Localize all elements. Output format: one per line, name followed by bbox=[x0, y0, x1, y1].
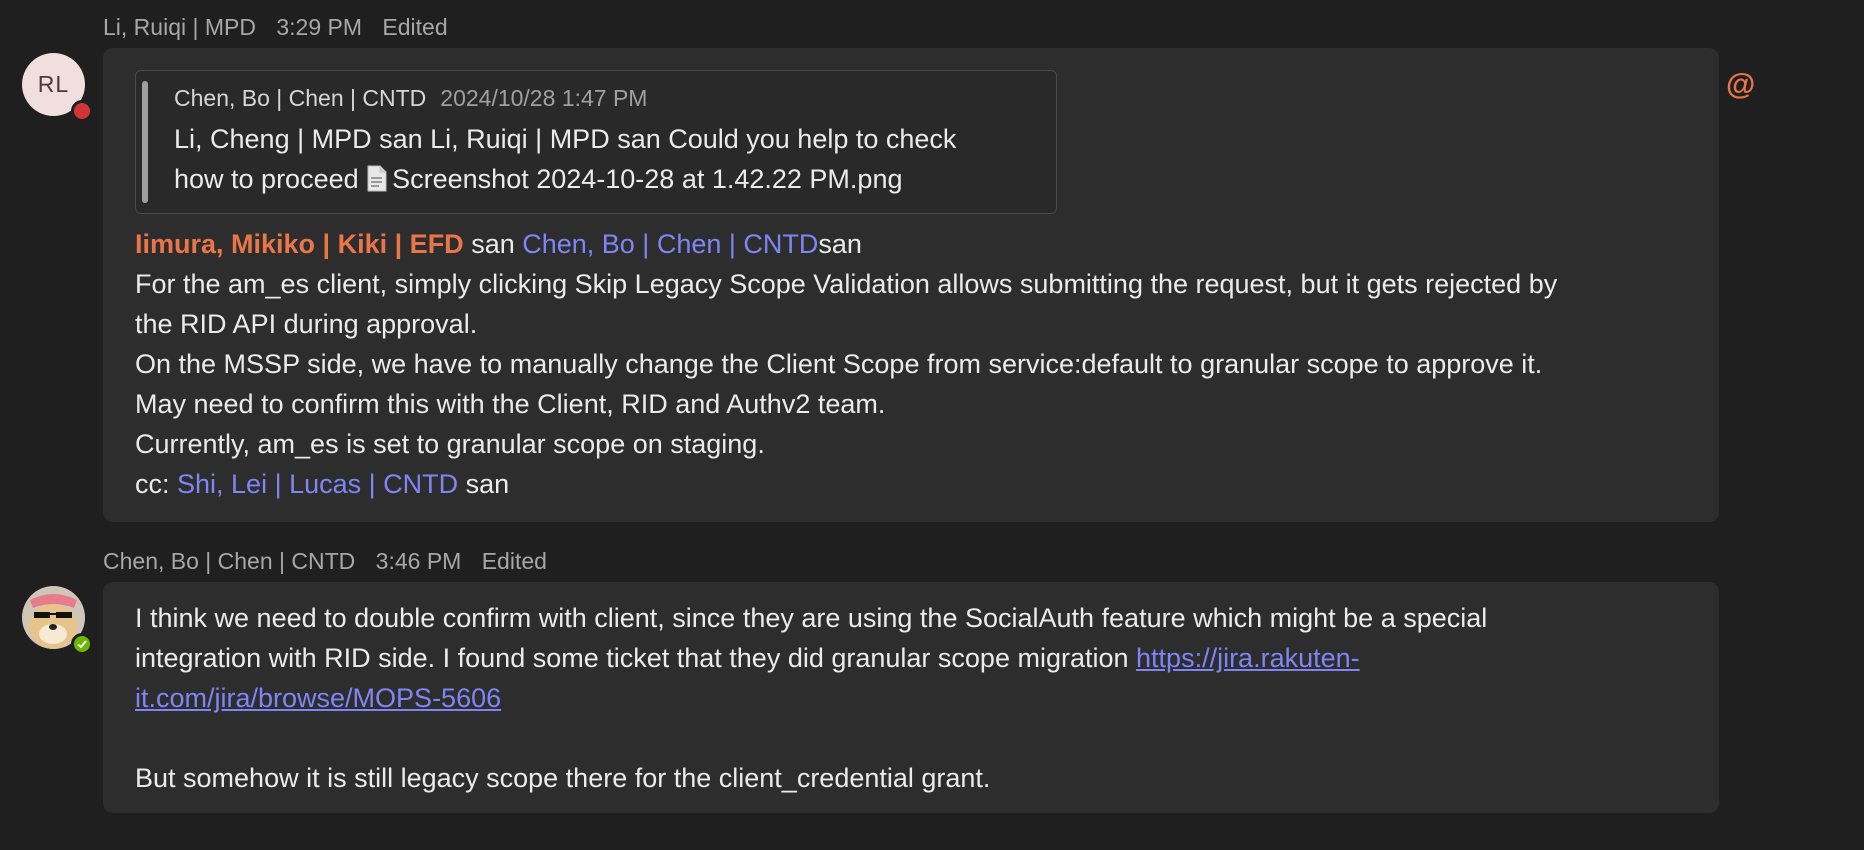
plain-text: san bbox=[463, 229, 523, 259]
attachment-name[interactable]: Screenshot 2024-10-28 at 1.42.22 PM.png bbox=[392, 164, 902, 194]
file-icon bbox=[367, 165, 387, 192]
jira-link[interactable]: it.com/jira/browse/MOPS-5606 bbox=[135, 683, 501, 713]
quote-meta: Chen, Bo | Chen | CNTD 2024/10/28 1:47 PM bbox=[174, 85, 647, 112]
body-line: But somehow it is still legacy scope the… bbox=[135, 763, 991, 793]
body-line: the RID API during approval. bbox=[135, 309, 478, 339]
sender-name[interactable]: Li, Ruiqi | MPD bbox=[103, 14, 256, 40]
quote-line: Li, Cheng | MPD san Li, Ruiqi | MPD san … bbox=[174, 124, 957, 154]
busy-status-icon bbox=[71, 100, 93, 122]
cc-line: cc: Shi, Lei | Lucas | CNTD san bbox=[135, 464, 1705, 504]
body-line: Currently, am_es is set to granular scop… bbox=[135, 429, 765, 459]
quote-bar bbox=[142, 81, 148, 203]
quote-text: Li, Cheng | MPD san Li, Ruiqi | MPD san … bbox=[174, 119, 1034, 199]
quote-timestamp: 2024/10/28 1:47 PM bbox=[440, 85, 648, 111]
body-line: For the am_es client, simply clicking Sk… bbox=[135, 269, 1558, 299]
plain-text: integration with RID side. I found some … bbox=[135, 643, 1137, 673]
mention-tag[interactable]: Shi, Lei | Lucas | CNTD bbox=[177, 469, 458, 499]
avatar[interactable] bbox=[22, 586, 93, 655]
body-line: it.com/jira/browse/MOPS-5606 bbox=[135, 678, 1705, 718]
quoted-message[interactable]: Chen, Bo | Chen | CNTD 2024/10/28 1:47 PM… bbox=[135, 70, 1057, 214]
avatar-initials: RL bbox=[37, 71, 70, 97]
body-line: integration with RID side. I found some … bbox=[135, 638, 1705, 678]
mention-tag[interactable]: Chen, Bo | Chen | CNTD bbox=[522, 229, 818, 259]
body-line: I think we need to double confirm with c… bbox=[135, 603, 1488, 633]
message-bubble[interactable]: I think we need to double confirm with c… bbox=[103, 582, 1719, 813]
quote-line-text: how to proceed bbox=[174, 164, 367, 194]
message-bubble[interactable]: Chen, Bo | Chen | CNTD 2024/10/28 1:47 PM… bbox=[103, 48, 1719, 522]
edited-label: Edited bbox=[481, 548, 547, 574]
available-status-icon bbox=[71, 633, 93, 655]
body-line: May need to confirm this with the Client… bbox=[135, 389, 886, 419]
mention-tag[interactable]: Iimura, Mikiko | Kiki | EFD bbox=[135, 229, 464, 259]
sender-name[interactable]: Chen, Bo | Chen | CNTD bbox=[103, 548, 355, 574]
message-time: 3:29 PM bbox=[276, 14, 363, 40]
quote-line: how to proceed Screenshot 2024-10-28 at … bbox=[174, 159, 1034, 199]
edited-label: Edited bbox=[382, 14, 448, 40]
message-body: Iimura, Mikiko | Kiki | EFD san Chen, Bo… bbox=[135, 224, 1705, 504]
mention-line: Iimura, Mikiko | Kiki | EFD san Chen, Bo… bbox=[135, 224, 1705, 264]
jira-link[interactable]: https://jira.rakuten- bbox=[1136, 643, 1360, 673]
message-time: 3:46 PM bbox=[375, 548, 462, 574]
plain-text: cc: bbox=[135, 469, 178, 499]
message-meta: Chen, Bo | Chen | CNTD 3:46 PM Edited bbox=[103, 548, 561, 575]
plain-text: san bbox=[458, 469, 510, 499]
plain-text: san bbox=[818, 229, 862, 259]
avatar[interactable]: RL bbox=[22, 53, 93, 122]
message-meta: Li, Ruiqi | MPD 3:29 PM Edited bbox=[103, 14, 462, 41]
message-body: I think we need to double confirm with c… bbox=[135, 598, 1705, 798]
body-line: On the MSSP side, we have to manually ch… bbox=[135, 349, 1543, 379]
mention-at-icon: @ bbox=[1726, 68, 1756, 101]
quote-sender: Chen, Bo | Chen | CNTD bbox=[174, 85, 427, 111]
